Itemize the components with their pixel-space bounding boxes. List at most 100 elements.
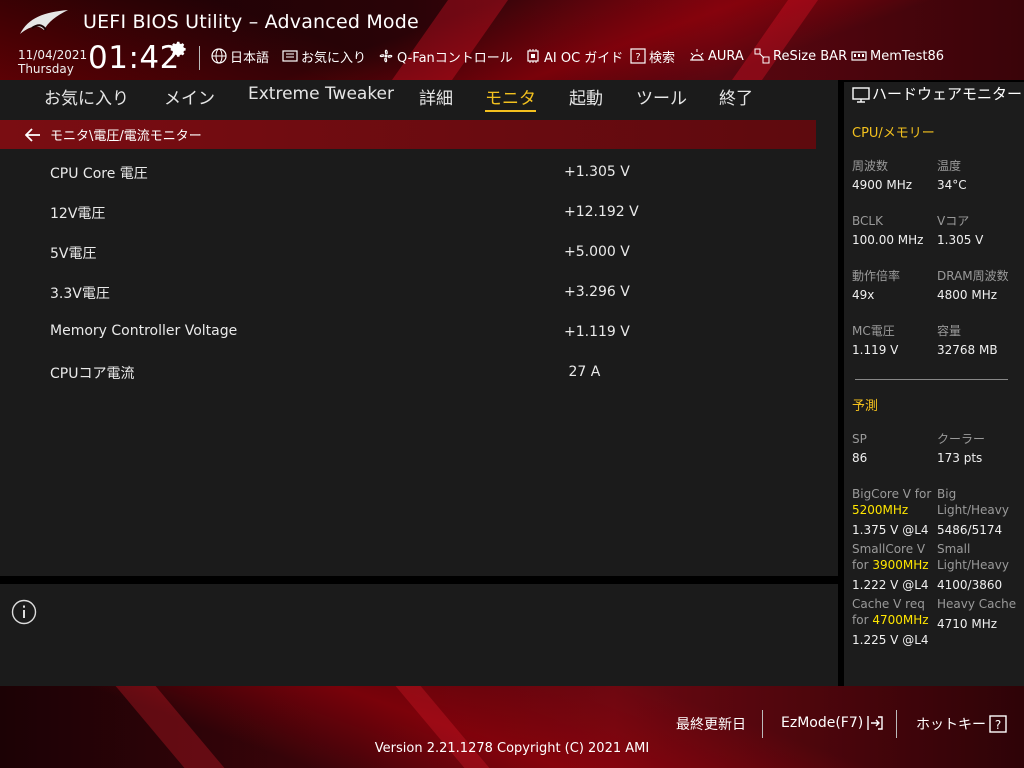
- bclk-value: 100.00 MHz: [852, 233, 924, 247]
- cooler-label: クーラー: [937, 432, 986, 446]
- mc-voltage-label: MC電圧: [852, 324, 895, 338]
- exit-to-ezmode-icon: [867, 716, 883, 730]
- smallcore-for: for: [852, 558, 869, 572]
- footer-bar: 最終更新日 EzMode(F7) ホットキー ? Version 2.21.12…: [0, 686, 1024, 768]
- favorites-button[interactable]: お気に入り: [282, 47, 367, 66]
- search-button[interactable]: ? 検索: [630, 47, 676, 66]
- bigcore-freq: 5200MHz: [852, 503, 909, 517]
- capacity-label: 容量: [937, 324, 962, 338]
- vcore-label: Vコア: [937, 214, 970, 228]
- small-light-heavy-label: Small Light/Heavy: [937, 541, 1009, 573]
- list-item[interactable]: 3.3V電圧 +3.296 V: [0, 283, 816, 323]
- mc-voltage-value: 1.119 V: [852, 343, 899, 357]
- qfan-button[interactable]: Q-Fanコントロール: [378, 47, 513, 66]
- heavy-cache-label: Heavy Cache: [937, 597, 1017, 611]
- ezmode-button[interactable]: EzMode(F7): [781, 714, 884, 732]
- item-value: +5.000 V: [564, 244, 630, 260]
- item-label: CPU Core 電圧: [50, 166, 148, 182]
- rog-logo-icon: [20, 10, 68, 34]
- tab-boot[interactable]: 起動: [569, 84, 603, 109]
- footer-separator: [762, 710, 763, 738]
- last-modified-button[interactable]: 最終更新日: [676, 714, 746, 734]
- main-menu-bar: お気に入り メイン Extreme Tweaker 詳細 モニタ 起動 ツール …: [0, 80, 838, 112]
- favorites-label: お気に入り: [301, 50, 367, 66]
- tab-advanced[interactable]: 詳細: [419, 84, 453, 109]
- gear-icon[interactable]: [170, 41, 188, 59]
- ai-oc-guide-button[interactable]: AI OC ガイド: [525, 47, 624, 66]
- hotkeys-label: ホットキー: [916, 717, 986, 733]
- cpu-memory-section-title: CPU/メモリー: [852, 126, 935, 141]
- dram-freq-value: 4800 MHz: [937, 288, 998, 302]
- tab-favorites[interactable]: お気に入り: [44, 84, 129, 109]
- header-separator: [199, 46, 200, 70]
- svg-text:?: ?: [995, 718, 1001, 732]
- tab-main[interactable]: メイン: [164, 84, 215, 109]
- item-label: 12V電圧: [50, 206, 106, 222]
- hw-monitor-title: ハードウェアモニター: [872, 85, 1023, 103]
- freq-label: 周波数: [852, 159, 889, 173]
- list-item[interactable]: CPUコア電流 27 A: [0, 363, 816, 403]
- header-decor-stripe: [731, 0, 819, 80]
- smallcore-value: 1.222 V @L4: [852, 578, 929, 592]
- vcore-value: 1.305 V: [937, 233, 984, 247]
- tab-extreme-tweaker[interactable]: Extreme Tweaker: [248, 84, 394, 104]
- cache-for: for: [852, 613, 869, 627]
- freq-value: 4900 MHz: [852, 178, 913, 192]
- big-light-heavy-label: Big Light/Heavy: [937, 486, 1009, 518]
- smallcore-label-text: SmallCore V: [852, 542, 926, 556]
- small-label-line1: Small: [937, 542, 971, 556]
- ai-oc-label: AI OC ガイド: [544, 50, 624, 66]
- memtest-icon: [851, 51, 867, 61]
- qfan-label: Q-Fanコントロール: [397, 50, 513, 66]
- memtest-button[interactable]: MemTest86: [851, 47, 944, 65]
- capacity-value: 32768 MB: [937, 343, 998, 357]
- help-key-icon: ?: [989, 715, 1007, 733]
- language-button[interactable]: 日本語: [211, 47, 269, 66]
- fan-icon: [379, 49, 393, 63]
- smallcore-freq: 3900MHz: [872, 558, 929, 572]
- memtest-label: MemTest86: [870, 48, 945, 64]
- tab-tool[interactable]: ツール: [636, 84, 687, 109]
- bigcore-value: 1.375 V @L4: [852, 523, 929, 537]
- back-arrow-icon[interactable]: [25, 127, 41, 142]
- monitor-icon: [852, 87, 870, 103]
- panel-divider: [0, 576, 838, 584]
- item-label: 5V電圧: [50, 246, 97, 262]
- resize-bar-button[interactable]: ReSize BAR: [754, 47, 847, 65]
- item-label: CPUコア電流: [50, 366, 135, 382]
- aura-icon: [690, 49, 704, 61]
- bigcore-label-text: BigCore V for: [852, 487, 932, 501]
- prediction-section-title: 予測: [852, 399, 879, 414]
- last-modified-label: 最終更新日: [676, 717, 746, 733]
- big-light-heavy-value: 5486/5174: [937, 523, 1003, 537]
- tab-exit[interactable]: 終了: [719, 84, 753, 109]
- list-item[interactable]: 5V電圧 +5.000 V: [0, 243, 816, 283]
- list-item[interactable]: 12V電圧 +12.192 V: [0, 203, 816, 243]
- breadcrumb[interactable]: モニタ\電圧/電流モニター: [0, 120, 816, 149]
- small-label-line2: Light/Heavy: [937, 558, 1009, 572]
- item-value: +3.296 V: [564, 284, 630, 300]
- list-item[interactable]: Memory Controller Voltage +1.119 V: [0, 323, 816, 363]
- version-info: Version 2.21.1278 Copyright (C) 2021 AMI: [374, 741, 650, 756]
- tab-monitor[interactable]: モニタ: [485, 84, 536, 112]
- dram-freq-label: DRAM周波数: [937, 269, 1009, 283]
- list-item[interactable]: CPU Core 電圧 +1.305 V: [0, 163, 816, 203]
- hotkeys-button[interactable]: ホットキー ?: [916, 714, 1007, 734]
- sp-value: 86: [852, 451, 868, 465]
- help-panel: [0, 584, 838, 686]
- item-value: 27 A: [564, 364, 601, 380]
- aura-button[interactable]: AURA: [689, 47, 744, 65]
- item-label: 3.3V電圧: [50, 286, 110, 302]
- svg-text:?: ?: [635, 52, 640, 63]
- search-label: 検索: [649, 50, 676, 66]
- resize-bar-icon: [754, 48, 770, 64]
- big-label-line2: Light/Heavy: [937, 503, 1009, 517]
- ratio-label: 動作倍率: [852, 269, 901, 283]
- resize-bar-label: ReSize BAR: [773, 48, 848, 64]
- hw-divider: [855, 379, 1008, 380]
- cache-label: Cache V req for 4700MHz: [852, 596, 936, 628]
- temp-label: 温度: [937, 159, 962, 173]
- item-value: +12.192 V: [564, 204, 639, 220]
- temp-value: 34°C: [937, 178, 967, 192]
- bclk-label: BCLK: [852, 214, 883, 228]
